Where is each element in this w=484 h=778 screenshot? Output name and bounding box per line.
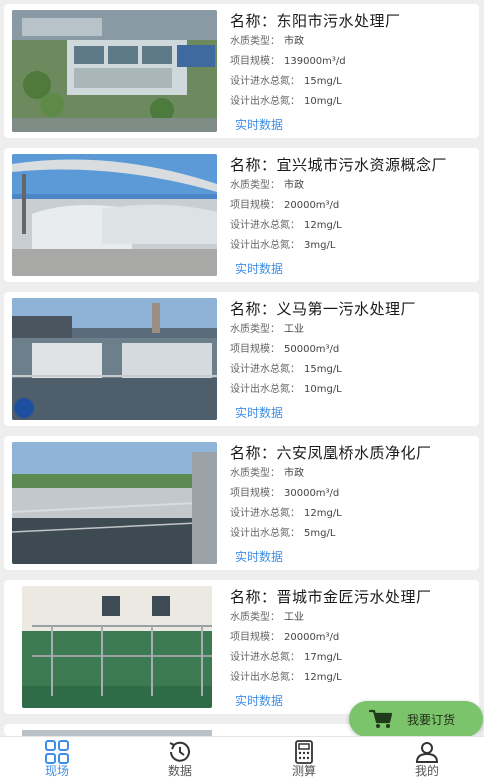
open-basins-image <box>12 442 217 564</box>
realtime-data-link[interactable]: 实时数据 <box>235 404 283 421</box>
station-name: 名称：义马第一污水处理厂 <box>230 300 417 318</box>
outflow-nitrogen-label: 设计出水总氮： <box>230 384 300 395</box>
station-name: 名称：六安凤凰桥水质净化厂 <box>230 444 432 462</box>
tab-label: 我的 <box>414 764 439 778</box>
station-card[interactable]: 名称：东阳市污水处理厂 水质类型： 市政 项目规模： 139000m³/d 设计进水… <box>4 4 479 138</box>
station-photo <box>22 586 212 708</box>
inflow-nitrogen-value: 15mg/L <box>304 364 342 375</box>
realtime-data-link[interactable]: 实时数据 <box>235 548 283 565</box>
scale-value: 30000m³/d <box>284 488 340 499</box>
realtime-data-link[interactable]: 实时数据 <box>235 692 283 709</box>
inflow-nitrogen-label: 设计进水总氮： <box>230 652 300 663</box>
station-photo <box>12 154 217 276</box>
water-type-value: 工业 <box>284 324 304 335</box>
fenced-tank-image <box>22 586 212 708</box>
scale-value: 20000m³/d <box>284 200 340 211</box>
scale-label: 项目规模： <box>230 56 280 67</box>
outflow-nitrogen-label: 设计出水总氮： <box>230 240 300 251</box>
tab-site[interactable]: 现场 <box>17 737 97 778</box>
inflow-nitrogen-value: 12mg/L <box>304 508 342 519</box>
scale-label: 项目规模： <box>230 488 280 499</box>
bottom-tab-bar: 现场 数据 测算 我的 <box>0 736 484 778</box>
outflow-nitrogen-value: 10mg/L <box>304 96 342 107</box>
inflow-nitrogen-value: 12mg/L <box>304 220 342 231</box>
inflow-nitrogen-label: 设计进水总氮： <box>230 364 300 375</box>
scale-value: 50000m³/d <box>284 344 340 355</box>
realtime-data-link[interactable]: 实时数据 <box>235 260 283 277</box>
covered-basins-image <box>12 298 217 420</box>
outflow-nitrogen-label: 设计出水总氮： <box>230 96 300 107</box>
station-name: 名称：晋城市金匠污水处理厂 <box>230 588 432 606</box>
tab-label: 数据 <box>167 764 192 778</box>
outflow-nitrogen-value: 12mg/L <box>304 672 342 683</box>
water-type-label: 水质类型： <box>230 612 280 623</box>
inflow-nitrogen-label: 设计进水总氮： <box>230 76 300 87</box>
station-card[interactable]: 名称：义马第一污水处理厂 水质类型： 工业 项目规模： 50000m³/d 设计进水… <box>4 292 479 426</box>
grid-icon <box>45 740 69 764</box>
station-photo <box>12 442 217 564</box>
tab-calculate[interactable]: 测算 <box>264 737 344 778</box>
user-icon <box>415 742 439 763</box>
inflow-nitrogen-label: 设计进水总氮： <box>230 508 300 519</box>
water-type-label: 水质类型： <box>230 468 280 479</box>
water-type-value: 市政 <box>284 468 304 479</box>
tab-label: 现场 <box>44 764 69 778</box>
realtime-data-link[interactable]: 实时数据 <box>235 116 283 133</box>
outflow-nitrogen-label: 设计出水总氮： <box>230 672 300 683</box>
station-card[interactable]: 名称：晋城市金匠污水处理厂 水质类型： 工业 项目规模： 20000m³/d 设计进… <box>4 580 479 714</box>
water-type-value: 市政 <box>284 36 304 47</box>
shopping-cart-icon <box>369 709 393 728</box>
water-type-value: 市政 <box>284 180 304 191</box>
calculator-icon <box>295 740 313 764</box>
scale-label: 项目规模： <box>230 200 280 211</box>
inflow-nitrogen-label: 设计进水总氮： <box>230 220 300 231</box>
covered-tanks-image <box>12 154 217 276</box>
outflow-nitrogen-value: 10mg/L <box>304 384 342 395</box>
water-type-label: 水质类型： <box>230 180 280 191</box>
outflow-nitrogen-label: 设计出水总氮： <box>230 528 300 539</box>
station-photo <box>12 298 217 420</box>
aerial-plant-image <box>12 10 217 132</box>
order-button-label: 我要订货 <box>407 712 456 727</box>
scale-value: 139000m³/d <box>284 56 346 67</box>
station-photo <box>12 10 217 132</box>
scale-value: 20000m³/d <box>284 632 340 643</box>
station-card[interactable]: 名称：六安凤凰桥水质净化厂 水质类型： 市政 项目规模： 30000m³/d 设计进… <box>4 436 479 570</box>
inflow-nitrogen-value: 17mg/L <box>304 652 342 663</box>
tab-mine[interactable]: 我的 <box>387 737 467 778</box>
order-button[interactable]: 我要订货 <box>349 701 483 737</box>
inflow-nitrogen-value: 15mg/L <box>304 76 342 87</box>
station-name: 名称：宜兴城市污水资源概念厂 <box>230 156 448 174</box>
tab-data[interactable]: 数据 <box>140 737 220 778</box>
scale-label: 项目规模： <box>230 344 280 355</box>
station-card[interactable]: 名称：宜兴城市污水资源概念厂 水质类型： 市政 项目规模： 20000m³/d 设计… <box>4 148 479 282</box>
water-type-label: 水质类型： <box>230 36 280 47</box>
history-icon <box>169 741 190 762</box>
water-type-label: 水质类型： <box>230 324 280 335</box>
station-name: 名称：东阳市污水处理厂 <box>230 12 401 30</box>
tab-label: 测算 <box>291 764 316 778</box>
scale-label: 项目规模： <box>230 632 280 643</box>
outflow-nitrogen-value: 5mg/L <box>304 528 336 539</box>
water-type-value: 工业 <box>284 612 304 623</box>
outflow-nitrogen-value: 3mg/L <box>304 240 336 251</box>
